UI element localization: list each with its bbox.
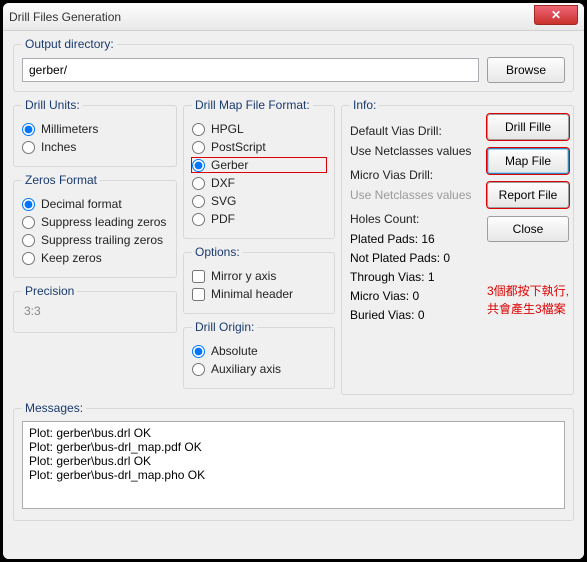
precision-value: 3:3 [24, 304, 168, 318]
radio-suppress-trailing[interactable]: Suppress trailing zeros [22, 233, 168, 247]
drill-file-button[interactable]: Drill Fille [487, 114, 569, 140]
check-mirror-y[interactable]: Mirror y axis [192, 269, 326, 283]
options-legend: Options: [192, 245, 243, 259]
map-format-legend: Drill Map File Format: [192, 98, 313, 112]
messages-legend: Messages: [22, 401, 86, 415]
radio-absolute[interactable]: Absolute [192, 344, 326, 358]
close-button[interactable]: Close [487, 216, 569, 242]
options-group: Options: Mirror y axis Minimal header [183, 245, 335, 314]
radio-pdf[interactable]: PDF [192, 212, 326, 226]
radio-millimeters[interactable]: Millimeters [22, 122, 168, 136]
messages-textarea[interactable] [22, 421, 565, 509]
output-dir-group: Output directory: Browse [13, 37, 574, 92]
messages-group: Messages: [13, 401, 574, 521]
radio-suppress-leading[interactable]: Suppress leading zeros [22, 215, 168, 229]
report-file-button[interactable]: Report File [487, 182, 569, 208]
radio-auxiliary-input[interactable] [192, 363, 205, 376]
radio-decimal-format[interactable]: Decimal format [22, 197, 168, 211]
check-minimal-header[interactable]: Minimal header [192, 287, 326, 301]
radio-keep-zeros-input[interactable] [22, 252, 35, 265]
radio-gerber[interactable]: Gerber [192, 158, 326, 172]
radio-hpgl-input[interactable] [192, 123, 205, 136]
map-file-button[interactable]: Map File [487, 148, 569, 174]
radio-gerber-input[interactable] [192, 159, 205, 172]
drill-units-legend: Drill Units: [22, 98, 83, 112]
window-title: Drill Files Generation [9, 10, 121, 24]
radio-suppress-leading-input[interactable] [22, 216, 35, 229]
browse-button[interactable]: Browse [487, 57, 565, 83]
radio-postscript[interactable]: PostScript [192, 140, 326, 154]
radio-suppress-trailing-input[interactable] [22, 234, 35, 247]
zeros-format-group: Zeros Format Decimal format Suppress lea… [13, 173, 177, 278]
map-format-group: Drill Map File Format: HPGL PostScript G… [183, 98, 335, 239]
drill-origin-legend: Drill Origin: [192, 320, 257, 334]
close-icon[interactable]: ✕ [534, 5, 578, 25]
radio-auxiliary[interactable]: Auxiliary axis [192, 362, 326, 376]
zeros-format-legend: Zeros Format [22, 173, 100, 187]
radio-svg-input[interactable] [192, 195, 205, 208]
check-minimal-header-input[interactable] [192, 288, 205, 301]
radio-dxf[interactable]: DXF [192, 176, 326, 190]
check-mirror-y-input[interactable] [192, 270, 205, 283]
output-dir-input[interactable] [22, 58, 479, 82]
radio-millimeters-input[interactable] [22, 123, 35, 136]
precision-group: Precision 3:3 [13, 284, 177, 333]
client-area: Output directory: Browse Drill Units: Mi… [3, 31, 584, 559]
info-group: Info: Default Vias Drill: Use Netclasses… [341, 98, 574, 395]
output-dir-legend: Output directory: [22, 37, 117, 51]
info-legend: Info: [350, 98, 379, 112]
radio-pdf-input[interactable] [192, 213, 205, 226]
radio-dxf-input[interactable] [192, 177, 205, 190]
radio-hpgl[interactable]: HPGL [192, 122, 326, 136]
radio-postscript-input[interactable] [192, 141, 205, 154]
precision-legend: Precision [22, 284, 77, 298]
holes-not-plated: Not Plated Pads: 0 [350, 251, 565, 265]
radio-absolute-input[interactable] [192, 345, 205, 358]
dialog-window: Drill Files Generation ✕ Output director… [3, 3, 584, 559]
radio-decimal-input[interactable] [22, 198, 35, 211]
radio-inches-input[interactable] [22, 141, 35, 154]
drill-origin-group: Drill Origin: Absolute Auxiliary axis [183, 320, 335, 389]
action-buttons: Drill Fille Map File Report File Close [487, 114, 569, 242]
radio-inches[interactable]: Inches [22, 140, 168, 154]
radio-svg[interactable]: SVG [192, 194, 326, 208]
radio-keep-zeros[interactable]: Keep zeros [22, 251, 168, 265]
titlebar[interactable]: Drill Files Generation ✕ [3, 3, 584, 31]
drill-units-group: Drill Units: Millimeters Inches [13, 98, 177, 167]
annotation-text: 3個都按下執行, 共會產生3檔案 [487, 282, 569, 318]
